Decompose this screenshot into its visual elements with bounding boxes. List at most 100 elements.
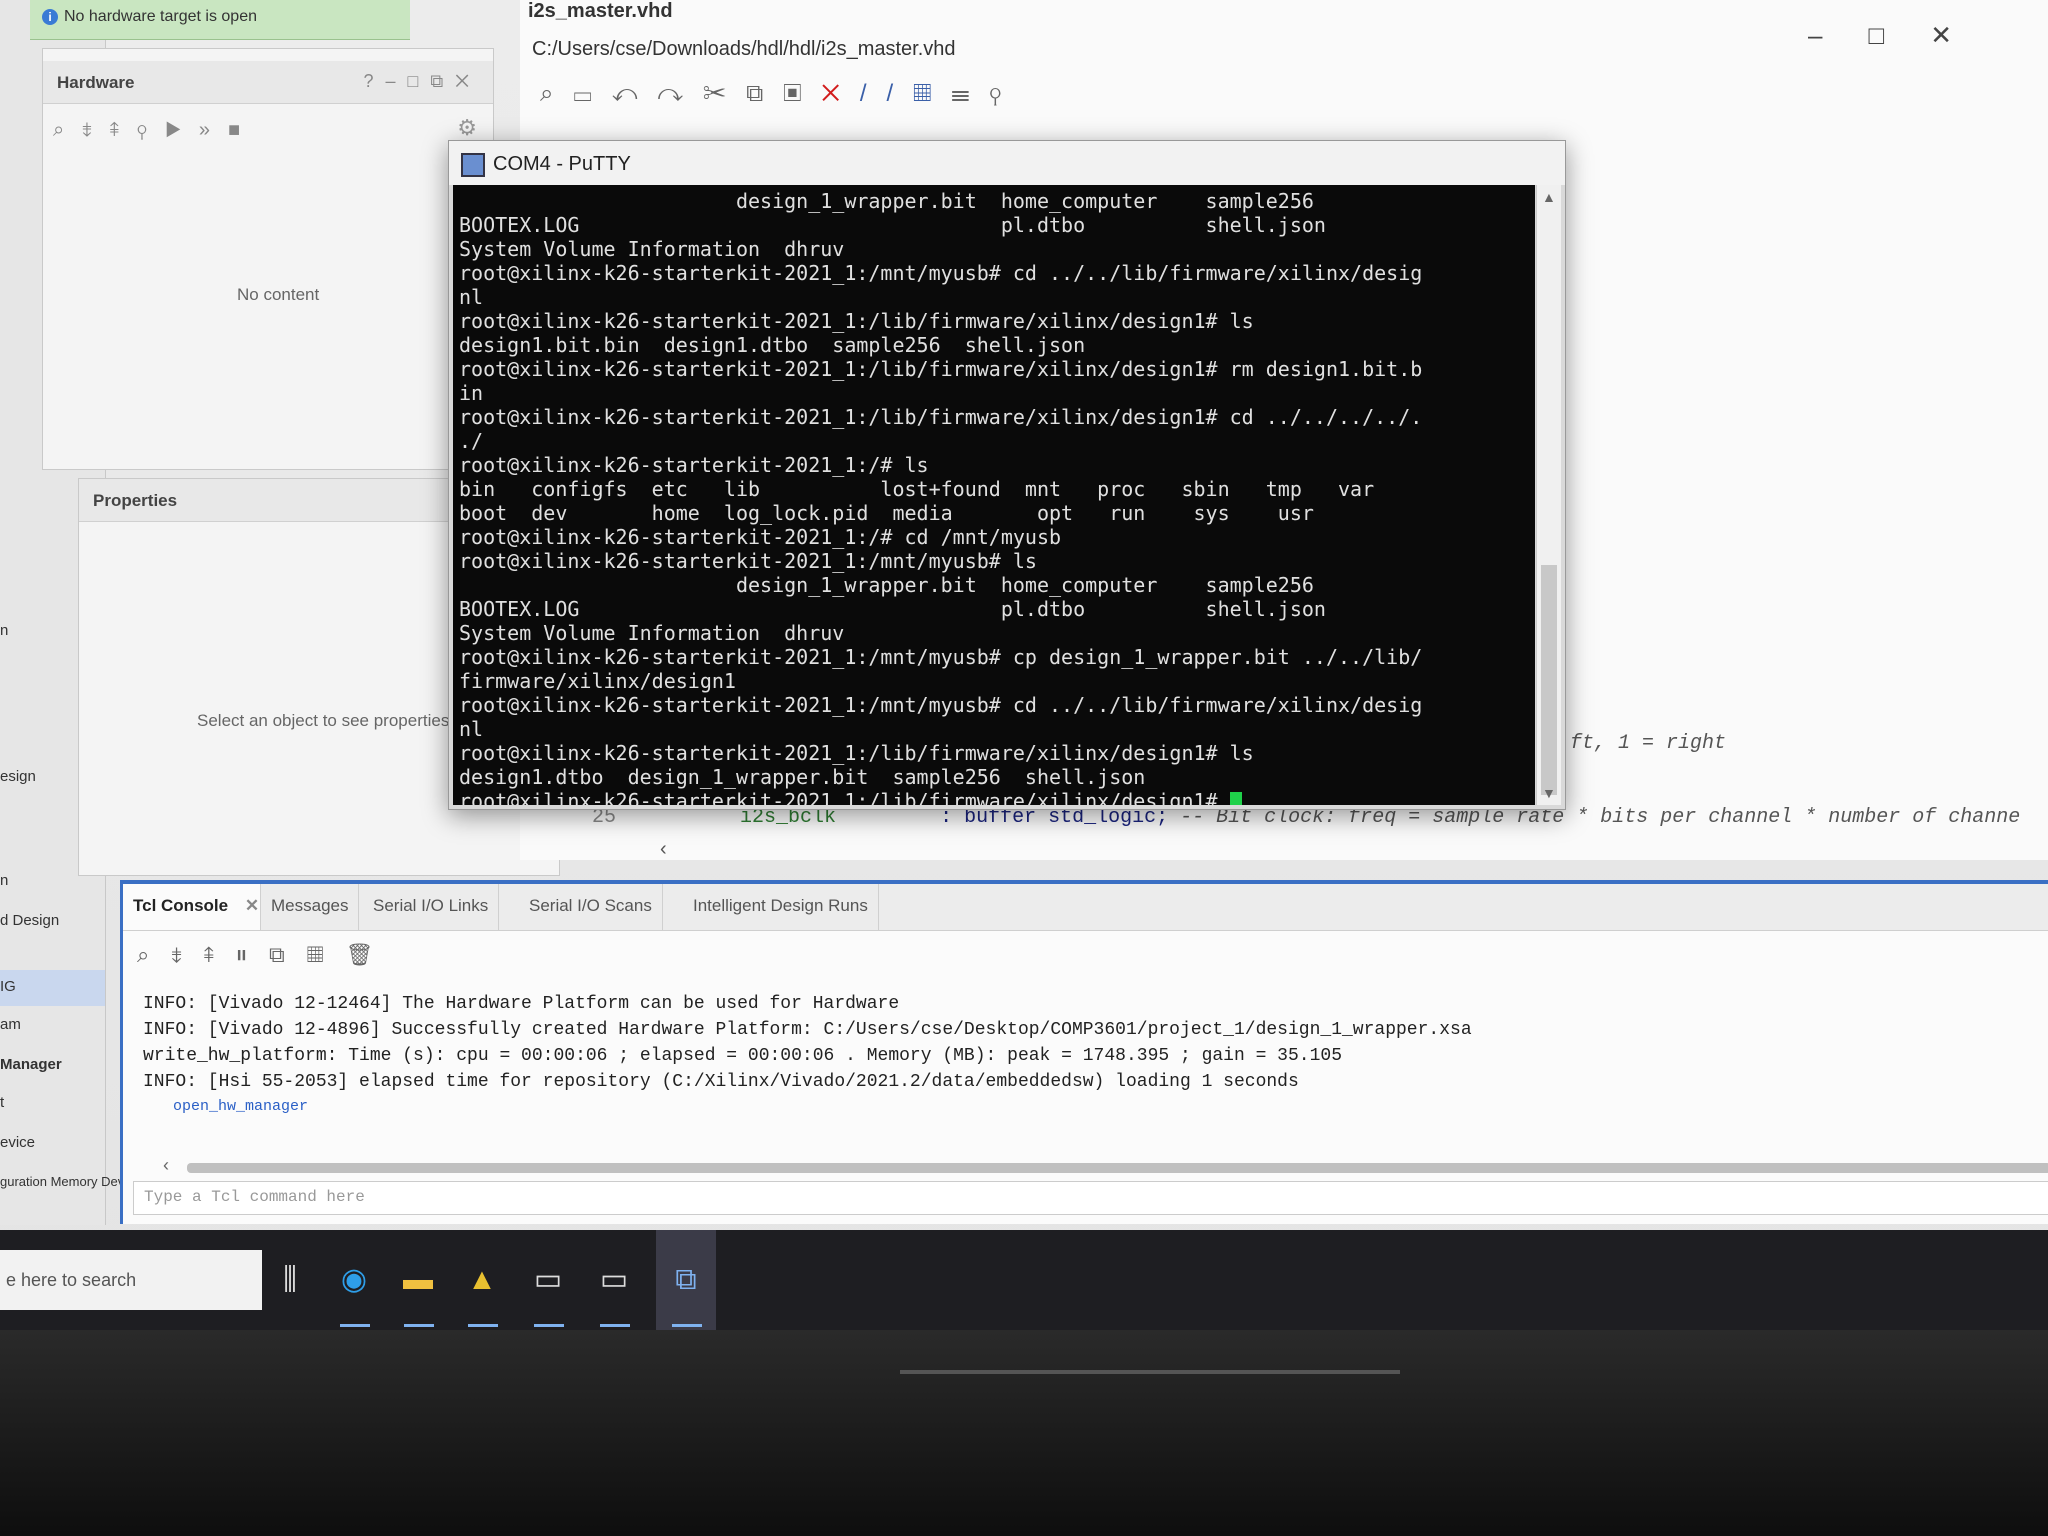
task-view-icon[interactable]: ⫼ (268, 1258, 312, 1302)
indent-icon[interactable]: ☰ (951, 80, 989, 107)
running-indicator (672, 1324, 702, 1327)
terminal-prompt-line[interactable]: root@xilinx-k26-starterkit-2021_1:/lib/f… (459, 789, 1242, 805)
minimize-icon[interactable]: – (1808, 20, 1868, 50)
flow-nav-item[interactable]: n (0, 622, 8, 639)
properties-empty-message: Select an object to see properties (197, 711, 450, 730)
vivado-icon[interactable]: ▲ (460, 1258, 504, 1302)
putty-icon[interactable]: ⧉ (664, 1258, 708, 1302)
bulb-icon[interactable]: ⚲ (989, 80, 1021, 107)
terminal-line: root@xilinx-k26-starterkit-2021_1:/mnt/m… (459, 261, 1423, 285)
properties-panel-title: Properties (93, 491, 178, 510)
terminal-line: design1.bit.bin design1.dtbo sample256 s… (459, 333, 1086, 357)
maximize-icon[interactable]: □ (1868, 20, 1930, 50)
terminal-line: design_1_wrapper.bit home_computer sampl… (459, 189, 1314, 213)
console-hscroll[interactable]: ‹ (163, 1155, 2048, 1177)
putty-window[interactable]: COM4 - PuTTY design_1_wrapper.bit home_c… (448, 140, 1566, 810)
paste-icon[interactable]: ▣ (783, 80, 821, 107)
copy-icon[interactable]: ⧉ (746, 80, 783, 107)
putty-terminal[interactable]: design_1_wrapper.bit home_computer sampl… (453, 185, 1535, 805)
terminal-prompt: root@xilinx-k26-starterkit-2021_1:/lib/f… (459, 789, 1230, 805)
open-hw-manager-link[interactable]: open_hw_manager (173, 1098, 308, 1115)
clear-icon[interactable]: 🗑 (346, 942, 396, 967)
search-icon[interactable]: ⌕ (540, 80, 573, 107)
run-icon[interactable]: ▶ (165, 119, 199, 141)
flow-nav-item[interactable]: esign (0, 768, 36, 785)
collapse-all-icon[interactable]: ⇟ (171, 942, 203, 967)
flow-nav-item[interactable]: am (0, 1016, 21, 1033)
scrollbar-thumb[interactable] (1541, 565, 1557, 795)
terminal-line: root@xilinx-k26-starterkit-2021_1:/mnt/m… (459, 645, 1423, 669)
terminal-line: root@xilinx-k26-starterkit-2021_1:/mnt/m… (459, 693, 1423, 717)
search-icon[interactable]: ⌕ (137, 942, 171, 967)
undo-icon[interactable]: ↶ (612, 80, 658, 107)
flow-nav-item[interactable]: n (0, 872, 8, 889)
terminal-line: nl (459, 717, 484, 741)
editor-toolbar[interactable]: ⌕▭↶↷✂⧉▣✕//▦☰⚲ (540, 80, 1021, 108)
tab-tcl-console[interactable]: Tcl Console ✕ (123, 884, 261, 930)
windows-taskbar: e here to search ⫼ ◉ ▬ ▲ ▭ ▭ ⧉ (0, 1230, 2048, 1330)
split-view-icon[interactable]: ▦ (913, 80, 951, 107)
terminal-line: design_1_wrapper.bit home_computer sampl… (459, 573, 1314, 597)
editor-window-controls[interactable]: –□✕ (1808, 20, 1998, 51)
stop-icon[interactable]: ■ (228, 119, 258, 141)
terminal-icon-2[interactable]: ▭ (592, 1258, 636, 1302)
run-all-icon[interactable]: » (199, 119, 228, 141)
putty-titlebar[interactable]: COM4 - PuTTY (449, 141, 1565, 185)
gear-icon[interactable]: ⚙ (457, 115, 477, 141)
log-line: INFO: [Vivado 12-4896] Successfully crea… (143, 1020, 1472, 1040)
flow-nav-item[interactable]: evice (0, 1134, 35, 1151)
hardware-info-banner: i No hardware target is open (30, 0, 410, 40)
scroll-left-icon[interactable]: ‹ (163, 1155, 169, 1176)
taskbar-search[interactable]: e here to search (0, 1250, 262, 1310)
running-indicator (600, 1324, 630, 1327)
auto-connect-icon[interactable]: ⚲ (137, 119, 165, 141)
flow-nav-item[interactable]: IG (0, 978, 16, 995)
expand-all-icon[interactable]: ⇞ (204, 942, 236, 967)
hardware-toolbar[interactable]: ⌕⇟⇞⚲▶»■ (53, 119, 258, 142)
flow-nav-item[interactable]: t (0, 1094, 4, 1111)
tab-serial-io-links[interactable]: Serial I/O Links (363, 884, 500, 930)
collapse-all-icon[interactable]: ⇟ (82, 119, 109, 141)
info-icon: i (42, 9, 58, 25)
scroll-up-icon[interactable]: ▲ (1542, 189, 1556, 205)
terminal-line: BOOTEX.LOG pl.dtbo shell.json (459, 597, 1326, 621)
running-indicator (468, 1324, 498, 1327)
close-icon[interactable]: ✕ (245, 896, 259, 915)
table-icon[interactable]: ▦ (307, 942, 346, 967)
running-indicator (534, 1324, 564, 1327)
editor-file-tab[interactable]: i2s_master.vhd (528, 0, 673, 23)
putty-icon (461, 153, 485, 177)
panel-window-controls[interactable]: ?–□⧉✕ (364, 71, 481, 92)
scroll-left-icon[interactable]: ‹ (660, 838, 667, 861)
search-icon[interactable]: ⌕ (53, 119, 82, 141)
file-explorer-icon[interactable]: ▬ (396, 1258, 440, 1302)
redo-icon[interactable]: ↷ (657, 80, 703, 107)
putty-scrollbar[interactable]: ▲ ▼ (1536, 185, 1561, 805)
terminal-icon[interactable]: ▭ (526, 1258, 570, 1302)
flow-nav-item[interactable]: Manager (0, 1056, 62, 1073)
copy-icon[interactable]: ⧉ (269, 942, 307, 967)
tab-messages[interactable]: Messages (261, 884, 360, 930)
banner-text: No hardware target is open (64, 8, 257, 25)
flow-nav-item[interactable]: d Design (0, 912, 59, 929)
save-icon[interactable]: ▭ (573, 80, 611, 107)
flow-nav-item[interactable]: guration Memory Devi (0, 1174, 127, 1189)
scrollbar-thumb[interactable] (187, 1163, 2048, 1173)
tcl-command-input[interactable]: Type a Tcl command here (133, 1181, 2048, 1215)
running-indicator (404, 1324, 434, 1327)
tab-intelligent-design-runs[interactable]: Intelligent Design Runs (683, 884, 879, 930)
pause-icon[interactable]: ⏸ (236, 942, 269, 967)
cut-icon[interactable]: ✂ (703, 80, 746, 107)
scroll-down-icon[interactable]: ▼ (1542, 785, 1556, 801)
hardware-panel-header: Hardware ?–□⧉✕ (43, 61, 493, 104)
tab-serial-io-scans[interactable]: Serial I/O Scans (519, 884, 663, 930)
close-icon[interactable]: ✕ (1930, 20, 1998, 50)
delete-icon[interactable]: ✕ (822, 80, 860, 107)
comment-toggle-icon[interactable]: // (860, 80, 913, 107)
expand-all-icon[interactable]: ⇞ (110, 119, 137, 141)
terminal-line: root@xilinx-k26-starterkit-2021_1:/# ls (459, 453, 929, 477)
console-toolbar[interactable]: ⌕⇟⇞⏸⧉▦🗑 (137, 942, 395, 968)
terminal-line: bin configfs etc lib lost+found mnt proc… (459, 477, 1375, 501)
log-line: write_hw_platform: Time (s): cpu = 00:00… (143, 1046, 1342, 1066)
edge-icon[interactable]: ◉ (332, 1258, 376, 1302)
